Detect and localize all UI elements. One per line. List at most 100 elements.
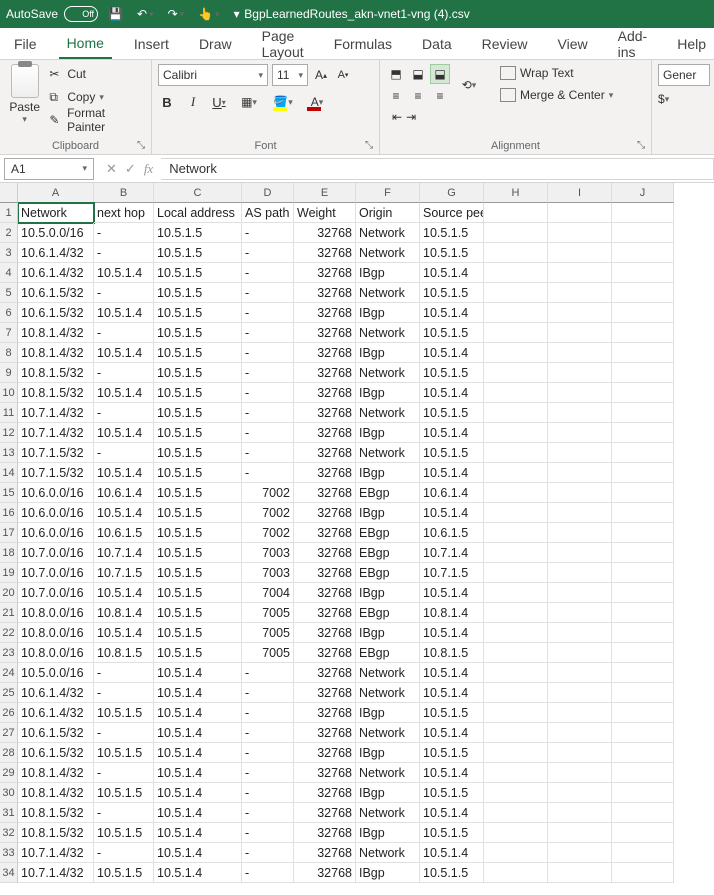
select-all-corner[interactable] [0,183,18,203]
cell[interactable]: 32768 [294,423,356,443]
cell[interactable]: 10.5.1.5 [94,863,154,883]
cell[interactable]: - [94,323,154,343]
cell[interactable] [612,443,674,463]
cell[interactable]: 10.5.1.4 [420,423,484,443]
cell[interactable]: - [94,843,154,863]
cell[interactable]: 10.8.0.0/16 [18,603,94,623]
cell[interactable] [612,843,674,863]
cell[interactable] [548,363,612,383]
cell[interactable]: 10.5.1.5 [154,503,242,523]
clipboard-launcher[interactable]: ⤡ [137,140,145,151]
cell[interactable]: 10.7.1.5/32 [18,463,94,483]
cell[interactable]: 10.8.1.4/32 [18,783,94,803]
cell[interactable]: 10.7.0.0/16 [18,563,94,583]
increase-font-button[interactable]: A▴ [312,64,330,86]
column-header[interactable]: H [484,183,548,203]
cell[interactable]: 10.7.0.0/16 [18,543,94,563]
cell[interactable] [484,243,548,263]
cell[interactable]: 10.5.1.5 [94,743,154,763]
cell[interactable]: 10.6.1.4/32 [18,263,94,283]
cell[interactable] [612,763,674,783]
cell[interactable] [548,443,612,463]
cell[interactable] [484,483,548,503]
cell[interactable]: 10.5.1.4 [420,623,484,643]
row-header[interactable]: 21 [0,603,18,623]
cell[interactable]: 10.5.1.5 [94,703,154,723]
cell[interactable]: 10.5.1.4 [420,803,484,823]
cell[interactable]: 10.5.1.4 [154,863,242,883]
row-header[interactable]: 20 [0,583,18,603]
cell[interactable]: IBgp [356,583,420,603]
cell[interactable]: 10.8.1.5/32 [18,823,94,843]
tab-insert[interactable]: Insert [126,30,177,58]
cell[interactable]: 10.5.1.4 [154,783,242,803]
cell[interactable] [612,243,674,263]
cell[interactable]: 10.5.1.5 [154,483,242,503]
cell[interactable]: EBgp [356,483,420,503]
cell[interactable] [612,563,674,583]
cell[interactable]: 10.5.1.5 [154,403,242,423]
tab-formulas[interactable]: Formulas [326,30,400,58]
cell[interactable] [548,603,612,623]
row-header[interactable]: 9 [0,363,18,383]
cell[interactable]: 10.8.0.0/16 [18,643,94,663]
cell[interactable] [612,263,674,283]
cell[interactable] [612,583,674,603]
cell[interactable] [484,683,548,703]
cell[interactable]: 10.5.1.4 [420,683,484,703]
cell[interactable] [548,303,612,323]
cell[interactable] [548,323,612,343]
cell[interactable] [612,643,674,663]
cell[interactable]: 10.5.1.4 [154,723,242,743]
format-painter-button[interactable]: Format Painter [49,110,145,130]
cell[interactable]: 10.5.1.5 [420,323,484,343]
cell[interactable] [612,623,674,643]
cell[interactable] [612,423,674,443]
cell[interactable]: 7002 [242,523,294,543]
cell[interactable]: 32768 [294,603,356,623]
cell[interactable]: - [242,403,294,423]
cell[interactable] [612,683,674,703]
cell[interactable]: 10.5.1.5 [154,463,242,483]
cell[interactable]: 10.5.1.5 [154,303,242,323]
cell[interactable] [484,403,548,423]
row-header[interactable]: 30 [0,783,18,803]
decrease-indent-button[interactable]: ⇤ [392,110,402,124]
font-color-button[interactable]: A▾ [304,92,330,112]
cell[interactable]: IBgp [356,823,420,843]
cell[interactable] [484,503,548,523]
row-header[interactable]: 10 [0,383,18,403]
cell[interactable] [612,463,674,483]
undo-button[interactable]: ↶▾ [133,7,158,21]
cell[interactable] [548,243,612,263]
cell[interactable]: 32768 [294,803,356,823]
cell[interactable]: 10.6.1.4/32 [18,683,94,703]
cell[interactable]: Weight [294,203,356,223]
cell[interactable] [612,323,674,343]
cell[interactable]: 7004 [242,583,294,603]
cell[interactable] [484,583,548,603]
autosave-toggle[interactable]: Off [64,6,98,22]
cell[interactable] [484,623,548,643]
cell[interactable]: 10.6.1.5/32 [18,723,94,743]
cell[interactable]: - [242,223,294,243]
cell[interactable] [484,663,548,683]
align-middle-button[interactable]: ⬓ [408,64,428,84]
row-header[interactable]: 16 [0,503,18,523]
alignment-launcher[interactable]: ⤡ [637,140,645,151]
cell[interactable] [484,343,548,363]
borders-button[interactable]: ▦▾ [236,92,262,112]
font-name-select[interactable]: Calibri▾ [158,64,268,86]
cell[interactable] [548,643,612,663]
formula-input[interactable]: Network [161,158,714,180]
align-left-button[interactable]: ≡ [386,86,406,106]
cell[interactable]: 10.7.1.4 [94,543,154,563]
cell[interactable] [484,263,548,283]
cell[interactable]: Network [356,403,420,423]
cell[interactable] [484,843,548,863]
cell[interactable]: 10.5.1.4 [94,263,154,283]
cell[interactable]: - [242,303,294,323]
cell[interactable]: 7005 [242,643,294,663]
cell[interactable]: 10.8.1.5 [94,643,154,663]
cell[interactable]: 10.5.1.4 [94,583,154,603]
